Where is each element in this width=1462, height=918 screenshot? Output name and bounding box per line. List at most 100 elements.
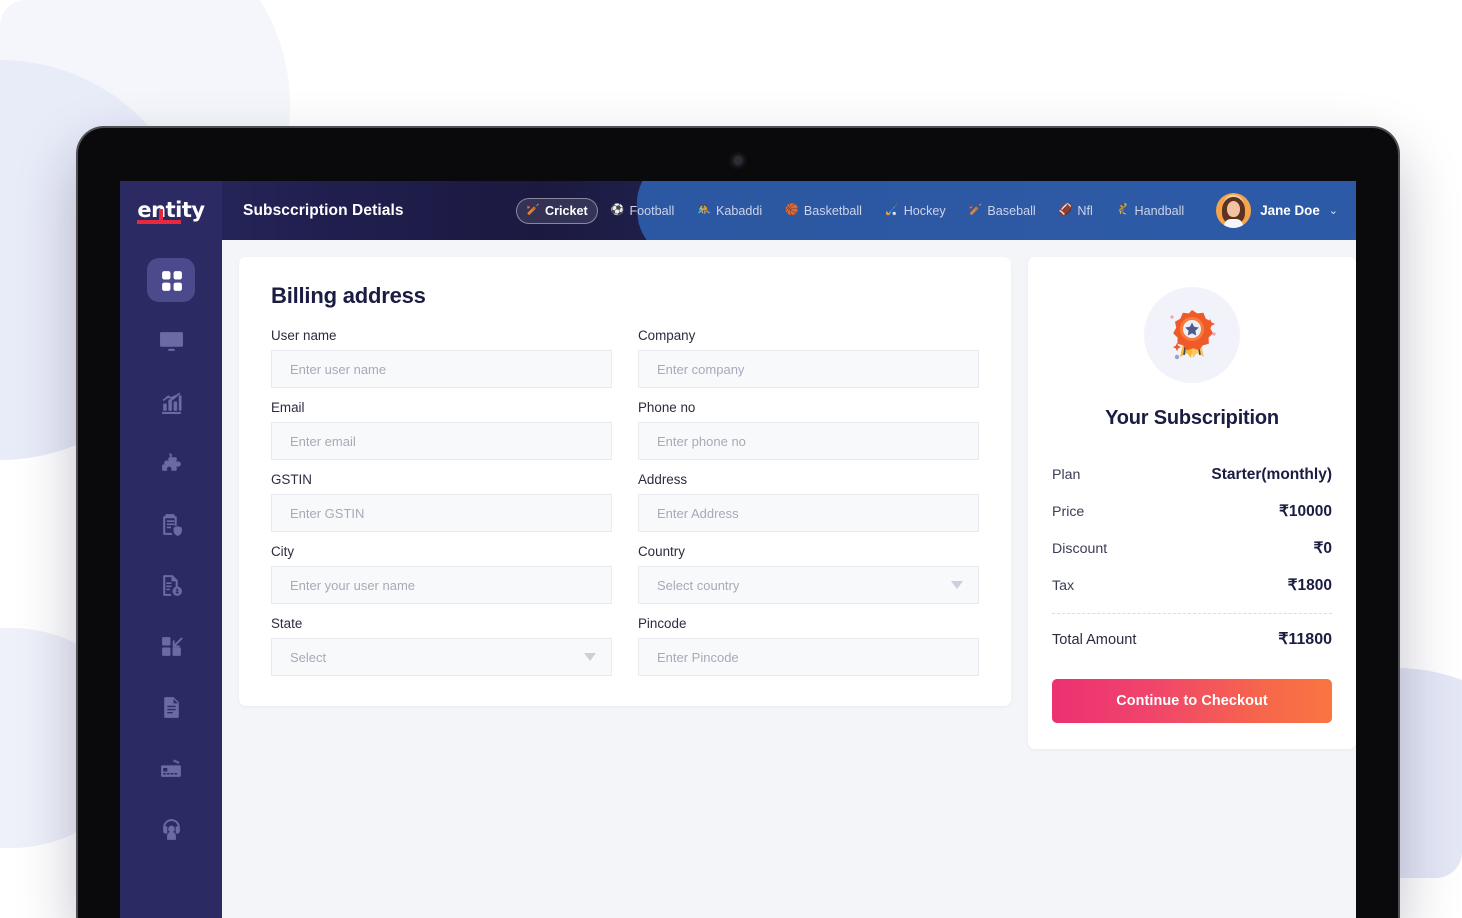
- field-phone-no: Phone no Enter phone no: [638, 400, 979, 460]
- sport-tab-football[interactable]: ⚽ Football: [601, 198, 685, 224]
- grid-dashboard-icon: [161, 270, 182, 291]
- placeholder-text: Enter Address: [657, 505, 739, 521]
- sport-tab-label: Basketball: [803, 203, 862, 218]
- sidebar-item-analytics[interactable]: [147, 380, 195, 424]
- input-email[interactable]: Enter email: [271, 422, 612, 460]
- chevron-down-icon[interactable]: ⌄: [1329, 204, 1338, 217]
- billing-form: User name Enter user name Company Enter com…: [271, 328, 979, 676]
- input-city[interactable]: Enter your user name: [271, 566, 612, 604]
- input-address[interactable]: Enter Address: [638, 494, 979, 532]
- bar-chart-icon: [161, 391, 181, 414]
- input-phone-no[interactable]: Enter phone no: [638, 422, 979, 460]
- total-value: ₹11800: [1278, 631, 1332, 648]
- summary-value: ₹10000: [1279, 503, 1332, 520]
- chevron-down-icon[interactable]: [951, 581, 963, 589]
- baseball-bat-icon: 🏏: [968, 204, 983, 216]
- sport-tab-label: Handball: [1134, 203, 1185, 218]
- input-pincode[interactable]: Enter Pincode: [638, 638, 979, 676]
- sidebar-item-billing[interactable]: [147, 746, 195, 790]
- placeholder-text: Enter phone no: [657, 433, 746, 449]
- sidebar: [120, 240, 222, 918]
- field-label-city: City: [271, 544, 295, 559]
- input-gstin[interactable]: Enter GSTIN: [271, 494, 612, 532]
- basketball-icon: 🏀: [785, 204, 799, 216]
- logo-accent-bar: [137, 219, 182, 224]
- placeholder-text: Enter user name: [290, 361, 387, 377]
- summary-row: Discount ₹0: [1052, 530, 1332, 567]
- placeholder-text: Select country: [657, 577, 740, 593]
- input-user-name[interactable]: Enter user name: [271, 350, 612, 388]
- field-address: Address Enter Address: [638, 472, 979, 532]
- select-country[interactable]: Select country: [638, 566, 979, 604]
- award-rosette-icon: [1144, 287, 1240, 383]
- summary-value: ₹1800: [1287, 577, 1332, 594]
- sport-tab-basketball[interactable]: 🏀 Basketball: [775, 198, 872, 224]
- sport-tab-label: Hockey: [903, 203, 946, 218]
- user-menu[interactable]: Jane Doe ⌄: [1216, 193, 1338, 228]
- sidebar-item-integrations[interactable]: [147, 441, 195, 485]
- handball-icon: 🤾: [1115, 204, 1130, 216]
- summary-label: Tax: [1052, 578, 1075, 594]
- sidebar-item-dashboard[interactable]: [147, 258, 195, 302]
- credit-card-icon: [160, 758, 181, 777]
- logo-text: entity: [137, 197, 205, 222]
- field-gstin: GSTIN Enter GSTIN: [271, 472, 612, 532]
- select-state[interactable]: Select: [271, 638, 612, 676]
- field-country: Country Select country: [638, 544, 979, 604]
- summary-label: Discount: [1052, 541, 1108, 557]
- hockey-stick-icon: 🏑: [884, 204, 899, 216]
- soccer-ball-icon: ⚽: [610, 204, 625, 216]
- sport-tab-cricket[interactable]: 🏏 Cricket: [516, 197, 598, 224]
- main-content: Billing address User name Enter user name…: [222, 240, 1356, 918]
- field-company: Company Enter company: [638, 328, 979, 388]
- clipboard-shield-icon: [162, 513, 182, 536]
- sport-tab-handball[interactable]: 🤾 Handball: [1106, 198, 1194, 224]
- field-email: Email Enter email: [271, 400, 612, 460]
- cricket-bat-icon: 🏏: [526, 204, 541, 216]
- field-city: City Enter your user name: [271, 544, 612, 604]
- field-pincode: Pincode Enter Pincode: [638, 616, 979, 676]
- placeholder-text: Enter GSTIN: [290, 505, 365, 521]
- total-label: Total Amount: [1052, 632, 1137, 648]
- field-label-email: Email: [271, 400, 305, 415]
- chevron-down-icon[interactable]: [584, 653, 596, 661]
- field-label-state: State: [271, 616, 303, 631]
- field-label-company: Company: [638, 328, 696, 343]
- summary-label: Plan: [1052, 467, 1081, 483]
- field-label-pincode: Pincode: [638, 616, 687, 631]
- summary-divider: [1052, 613, 1332, 614]
- sidebar-item-compliance[interactable]: [147, 502, 195, 546]
- field-user-name: User name Enter user name: [271, 328, 612, 388]
- placeholder-text: Select: [290, 649, 327, 665]
- sidebar-item-modules[interactable]: [147, 624, 195, 668]
- input-company[interactable]: Enter company: [638, 350, 979, 388]
- field-label-country: Country: [638, 544, 685, 559]
- field-label-phone-no: Phone no: [638, 400, 696, 415]
- sport-tab-hockey[interactable]: 🏑 Hockey: [875, 198, 956, 224]
- placeholder-text: Enter Pincode: [657, 649, 739, 665]
- placeholder-text: Enter email: [290, 433, 356, 449]
- continue-to-checkout-button[interactable]: Continue to Checkout: [1052, 679, 1332, 723]
- sport-tab-nfl[interactable]: 🏈 Nfl: [1049, 198, 1103, 224]
- summary-label: Price: [1052, 504, 1085, 520]
- sport-tabs: 🏏 Cricket ⚽ Football 🤼 Kabaddi 🏀 Basketball 🏑 Hoc…: [516, 197, 1194, 224]
- app-body: Billing address User name Enter user name…: [120, 240, 1356, 918]
- sidebar-item-display[interactable]: [147, 319, 195, 363]
- top-header: entity Subsccription Detials 🏏 Cricket ⚽ Fo…: [120, 181, 1356, 240]
- monitor-icon: [159, 331, 183, 351]
- nfl-shield-icon: 🏈: [1058, 204, 1073, 216]
- sport-tab-kabaddi[interactable]: 🤼 Kabaddi: [687, 198, 772, 224]
- sport-tab-baseball[interactable]: 🏏 Baseball: [959, 198, 1046, 224]
- field-label-gstin: GSTIN: [271, 472, 312, 487]
- file-text-icon: [163, 696, 179, 718]
- sidebar-item-support[interactable]: [147, 807, 195, 851]
- subscription-summary: Plan Starter(monthly) Price ₹10000 Discount ₹…: [1052, 457, 1332, 658]
- sport-tab-label: Football: [629, 203, 675, 218]
- summary-value: Starter(monthly): [1211, 466, 1332, 483]
- logo[interactable]: entity: [120, 181, 222, 240]
- subscription-card: Your Subscripition Plan Starter(monthly) P…: [1028, 257, 1356, 749]
- headset-agent-icon: [162, 818, 180, 840]
- summary-row: Price ₹10000: [1052, 493, 1332, 530]
- sidebar-item-reports[interactable]: [147, 685, 195, 729]
- sidebar-item-invoices[interactable]: [147, 563, 195, 607]
